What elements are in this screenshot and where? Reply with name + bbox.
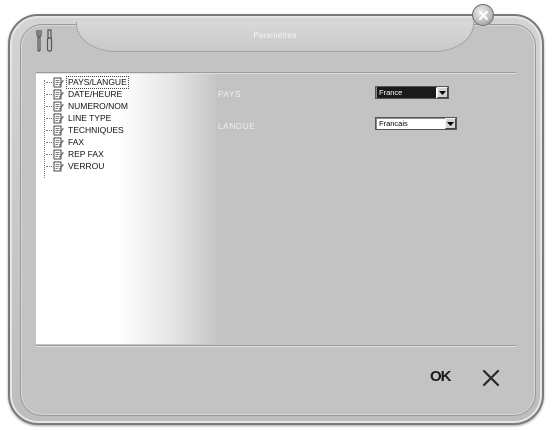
tree-item-line-type[interactable]: LINE TYPE: [46, 112, 112, 124]
cancel-button[interactable]: [481, 368, 501, 388]
title-bar[interactable]: Paramètres: [76, 22, 474, 52]
ok-button[interactable]: OK: [430, 367, 460, 387]
tree-item-verrou[interactable]: VERROU: [46, 160, 105, 172]
document-edit-icon: [53, 161, 64, 171]
tree-item-fax[interactable]: FAX: [46, 136, 85, 148]
tree-item-numero-nom[interactable]: NUMERO/NOM: [46, 100, 129, 112]
country-select[interactable]: France: [375, 86, 449, 99]
tree-item-label: LINE TYPE: [68, 112, 112, 123]
chevron-down-icon[interactable]: [445, 118, 456, 129]
tree-item-date-heure[interactable]: DATE/HEURE: [46, 88, 123, 100]
document-edit-icon: [53, 101, 64, 111]
bottom-divider: [36, 345, 516, 346]
document-edit-icon: [53, 113, 64, 123]
tree-item-label: TECHNIQUES: [68, 124, 124, 135]
document-edit-icon: [53, 89, 64, 99]
tree-connector: [44, 80, 45, 178]
close-icon: [479, 11, 488, 20]
country-select-value: France: [377, 87, 436, 98]
tree-item-techniques[interactable]: TECHNIQUES: [46, 124, 125, 136]
tree-item-label: PAYS/LANGUE: [66, 75, 129, 89]
tree-item-label: NUMERO/NOM: [68, 100, 128, 111]
tools-icon: [34, 28, 58, 54]
language-label: LANGUE: [218, 121, 256, 131]
top-divider: [36, 72, 516, 73]
document-edit-icon: [53, 77, 64, 87]
chevron-down-icon[interactable]: [437, 87, 448, 98]
document-edit-icon: [53, 149, 64, 159]
tree-item-label: VERROU: [68, 160, 105, 171]
document-edit-icon: [53, 137, 64, 147]
tree-item-rep-fax[interactable]: REP FAX: [46, 148, 105, 160]
country-label: PAYS: [218, 89, 242, 99]
tree-item-label: REP FAX: [68, 148, 104, 159]
window-title: Paramètres: [253, 31, 297, 40]
document-edit-icon: [53, 125, 64, 135]
tree-item-pays-langue[interactable]: PAYS/LANGUE: [46, 75, 129, 89]
cancel-icon: [482, 369, 500, 387]
tree-item-label: DATE/HEURE: [68, 88, 123, 99]
language-select[interactable]: Francais: [375, 117, 457, 130]
language-select-value: Francais: [379, 119, 408, 128]
tree-item-label: FAX: [68, 136, 85, 147]
close-button[interactable]: [472, 4, 494, 26]
settings-window: Paramètres PAYS/LANGUE DATE/HEURE NUMERO…: [0, 0, 554, 431]
